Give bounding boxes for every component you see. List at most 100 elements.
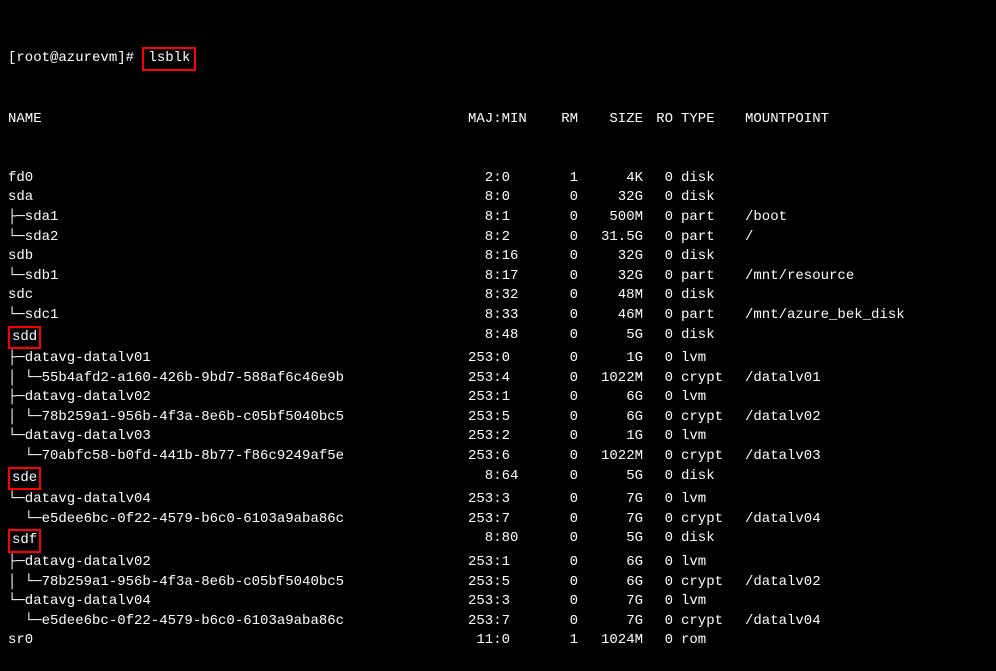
size-cell: 1024M [578, 631, 643, 651]
rm-cell: 0 [548, 306, 578, 326]
size-cell: 7G [578, 592, 643, 612]
device-name-cell: sdf [8, 529, 468, 553]
type-cell: lvm [673, 427, 733, 447]
rm-cell: 0 [548, 208, 578, 228]
lsblk-row: │ └─55b4afd2-a160-426b-9bd7-588af6c46e9b… [8, 369, 988, 389]
size-cell: 32G [578, 247, 643, 267]
ro-cell: 0 [643, 169, 673, 189]
majmin-cell: 11:0 [468, 631, 548, 651]
mountpoint-cell: /boot [733, 208, 983, 228]
mountpoint-cell: /datalv03 [733, 447, 983, 467]
lsblk-row: ├─datavg-datalv01253:001G0lvm [8, 349, 988, 369]
type-cell: disk [673, 169, 733, 189]
rm-cell: 0 [548, 592, 578, 612]
lsblk-row: sdf 8:8005G0disk [8, 529, 988, 553]
type-cell: disk [673, 188, 733, 208]
device-name-cell: ├─datavg-datalv01 [8, 349, 468, 369]
type-cell: lvm [673, 553, 733, 573]
majmin-cell: 253:5 [468, 408, 548, 428]
majmin-cell: 8:17 [468, 267, 548, 287]
rm-cell: 0 [548, 267, 578, 287]
type-cell: crypt [673, 408, 733, 428]
ro-cell: 0 [643, 510, 673, 530]
device-name-cell: sdc [8, 286, 468, 306]
mountpoint-cell: /mnt/azure_bek_disk [733, 306, 983, 326]
device-name-cell: └─sdc1 [8, 306, 468, 326]
rm-cell: 0 [548, 529, 578, 553]
ro-cell: 0 [643, 408, 673, 428]
ro-cell: 0 [643, 612, 673, 632]
lsblk-row: ├─datavg-datalv02253:106G0lvm [8, 388, 988, 408]
rm-cell: 0 [548, 326, 578, 350]
mountpoint-cell: /datalv04 [733, 510, 983, 530]
rm-cell: 0 [548, 510, 578, 530]
mountpoint-cell [733, 592, 983, 612]
mountpoint-cell [733, 529, 983, 553]
ro-cell: 0 [643, 467, 673, 491]
rm-cell: 0 [548, 427, 578, 447]
header-majmin: MAJ:MIN [468, 110, 548, 130]
rm-cell: 0 [548, 188, 578, 208]
lsblk-row: └─sdb1 8:17032G0part/mnt/resource [8, 267, 988, 287]
mountpoint-cell [733, 427, 983, 447]
lsblk-row: sdb 8:16032G0disk [8, 247, 988, 267]
type-cell: lvm [673, 490, 733, 510]
lsblk-row: │ └─78b259a1-956b-4f3a-8e6b-c05bf5040bc5… [8, 573, 988, 593]
device-name-cell: sda [8, 188, 468, 208]
size-cell: 7G [578, 612, 643, 632]
majmin-cell: 253:3 [468, 490, 548, 510]
header-size: SIZE [578, 110, 643, 130]
lsblk-row: │ └─78b259a1-956b-4f3a-8e6b-c05bf5040bc5… [8, 408, 988, 428]
ro-cell: 0 [643, 188, 673, 208]
size-cell: 1022M [578, 447, 643, 467]
size-cell: 6G [578, 388, 643, 408]
size-cell: 31.5G [578, 228, 643, 248]
type-cell: part [673, 228, 733, 248]
majmin-cell: 8:2 [468, 228, 548, 248]
mountpoint-cell: /datalv02 [733, 408, 983, 428]
ro-cell: 0 [643, 306, 673, 326]
mountpoint-cell [733, 286, 983, 306]
mountpoint-cell: /datalv01 [733, 369, 983, 389]
lsblk-row: fd0 2:014K0disk [8, 169, 988, 189]
size-cell: 6G [578, 573, 643, 593]
size-cell: 1G [578, 349, 643, 369]
command-prompt-line: [root@azurevm]# lsblk [8, 47, 988, 71]
command-highlighted: lsblk [142, 47, 196, 71]
mountpoint-cell: /datalv04 [733, 612, 983, 632]
ro-cell: 0 [643, 592, 673, 612]
mountpoint-cell: / [733, 228, 983, 248]
type-cell: rom [673, 631, 733, 651]
mountpoint-cell: /datalv02 [733, 573, 983, 593]
majmin-cell: 8:0 [468, 188, 548, 208]
device-name-cell: └─e5dee6bc-0f22-4579-b6c0-6103a9aba86c [8, 612, 468, 632]
rm-cell: 0 [548, 467, 578, 491]
ro-cell: 0 [643, 553, 673, 573]
ro-cell: 0 [643, 247, 673, 267]
ro-cell: 0 [643, 529, 673, 553]
lsblk-row: ├─datavg-datalv02253:106G0lvm [8, 553, 988, 573]
type-cell: disk [673, 467, 733, 491]
lsblk-row: └─e5dee6bc-0f22-4579-b6c0-6103a9aba86c25… [8, 510, 988, 530]
mountpoint-cell [733, 349, 983, 369]
majmin-cell: 8:48 [468, 326, 548, 350]
rm-cell: 0 [548, 247, 578, 267]
size-cell: 7G [578, 510, 643, 530]
type-cell: crypt [673, 447, 733, 467]
size-cell: 32G [578, 188, 643, 208]
size-cell: 48M [578, 286, 643, 306]
majmin-cell: 8:33 [468, 306, 548, 326]
lsblk-rows: fd0 2:014K0disksda 8:0032G0disk├─sda1 8:… [8, 169, 988, 651]
ro-cell: 0 [643, 228, 673, 248]
mountpoint-cell [733, 631, 983, 651]
type-cell: disk [673, 247, 733, 267]
type-cell: disk [673, 529, 733, 553]
type-cell: lvm [673, 388, 733, 408]
ro-cell: 0 [643, 388, 673, 408]
type-cell: lvm [673, 349, 733, 369]
ro-cell: 0 [643, 573, 673, 593]
type-cell: lvm [673, 592, 733, 612]
device-name-cell: sdd [8, 326, 468, 350]
majmin-cell: 253:5 [468, 573, 548, 593]
device-name-cell: sdb [8, 247, 468, 267]
